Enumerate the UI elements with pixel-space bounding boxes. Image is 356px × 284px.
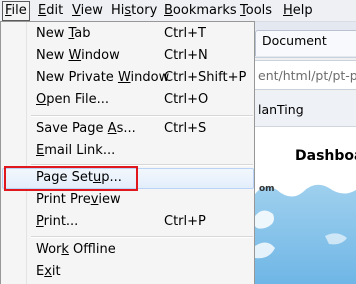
menu-item-work-offline[interactable]: Work Offline: [1, 239, 254, 261]
url-text: ent/html/pt/pt-pre: [258, 68, 356, 83]
tab-title: Document: [262, 33, 327, 48]
menu-file[interactable]: File: [2, 1, 30, 21]
menu-item-new-private-window[interactable]: New Private Window Ctrl+Shift+P: [1, 67, 254, 89]
menu-help[interactable]: Help: [283, 3, 313, 19]
shortcut-label: Ctrl+Shift+P: [164, 70, 247, 85]
menu-item-open-file[interactable]: Open File... Ctrl+O: [1, 89, 254, 111]
menu-view[interactable]: View: [72, 3, 103, 19]
page-heading: Dashboa: [295, 148, 356, 164]
annotation-highlight-box: [4, 166, 138, 191]
menu-edit[interactable]: Edit: [38, 3, 63, 19]
menu-item-email-link[interactable]: Email Link...: [1, 140, 254, 162]
menu-bar: File Edit View History Bookmarks Tools H…: [0, 0, 356, 22]
menu-bookmarks[interactable]: Bookmarks: [164, 3, 237, 19]
menu-item-exit[interactable]: Exit: [1, 261, 254, 283]
menu-separator: [31, 115, 253, 117]
shortcut-label: Ctrl+O: [164, 92, 209, 107]
menu-item-print[interactable]: Print... Ctrl+P: [1, 211, 254, 233]
shortcut-label: Ctrl+P: [164, 214, 206, 229]
shortcut-label: Ctrl+N: [164, 48, 208, 63]
bookmark-item[interactable]: lanTing: [258, 102, 304, 117]
shortcut-label: Ctrl+T: [164, 26, 206, 41]
menu-item-save-page-as[interactable]: Save Page As... Ctrl+S: [1, 118, 254, 140]
menu-separator: [31, 236, 253, 238]
page-small-text: om: [259, 184, 275, 194]
menu-item-new-window[interactable]: New Window Ctrl+N: [1, 45, 254, 67]
menu-item-print-preview[interactable]: Print Preview: [1, 189, 254, 211]
menu-item-new-tab[interactable]: New Tab Ctrl+T: [1, 23, 254, 45]
menu-tools[interactable]: Tools: [240, 3, 272, 19]
menu-separator: [31, 164, 253, 166]
shortcut-label: Ctrl+S: [164, 121, 207, 136]
menu-history[interactable]: History: [111, 3, 157, 19]
